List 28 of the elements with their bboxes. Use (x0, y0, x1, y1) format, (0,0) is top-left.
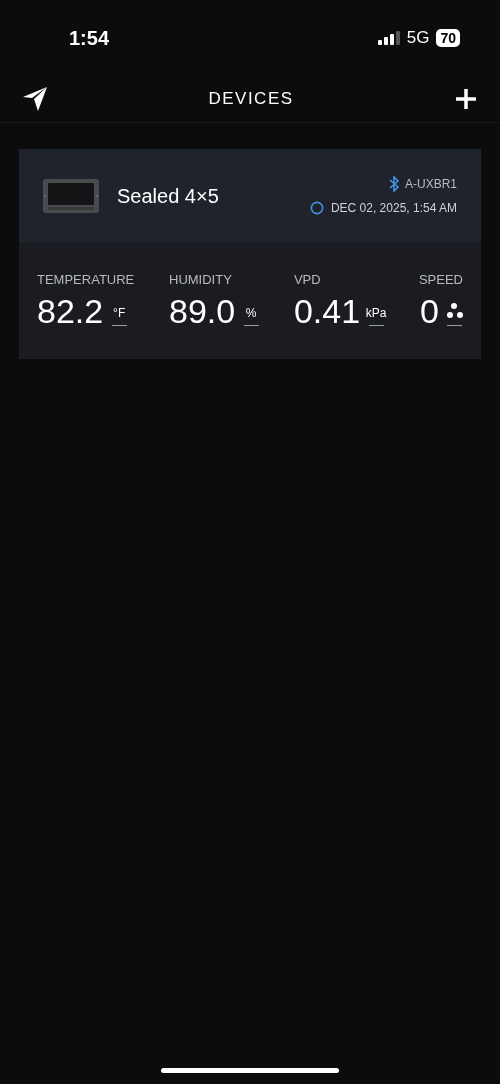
signal-icon (377, 30, 400, 45)
metric-label: TEMPERATURE (37, 273, 135, 286)
bluetooth-icon (389, 175, 399, 192)
metric-value: 0.41 (293, 294, 361, 328)
paper-plane-icon[interactable] (22, 85, 48, 112)
fan-icon (446, 303, 463, 319)
metric-label: SPEED (418, 273, 463, 286)
network-label: 5G (406, 26, 430, 49)
page-title: DEVICES (208, 87, 294, 110)
metric-value: 89.0 (169, 294, 236, 328)
status-time: 1:54 (69, 25, 110, 51)
trend-line (243, 325, 259, 326)
unit-label: °F (113, 307, 126, 319)
add-button[interactable] (454, 86, 478, 111)
timestamp: DEC 02, 2025, 1:54 AM (330, 199, 457, 217)
metric-label: HUMIDITY (169, 273, 232, 286)
unit-label: % (245, 307, 257, 319)
metric-value: 0 (420, 294, 439, 328)
battery-indicator: 70 (436, 28, 460, 47)
metric-label: VPD (293, 273, 321, 286)
trend-line (111, 325, 127, 326)
trend-line (447, 325, 463, 326)
device-name: Sealed 4×5 (117, 183, 219, 209)
unit-label: kPa (365, 307, 387, 319)
trend-line (368, 325, 384, 326)
device-id: A-UXBR1 (405, 175, 457, 193)
metric-value: 82.2 (37, 294, 104, 328)
status-circle-icon (309, 200, 324, 215)
